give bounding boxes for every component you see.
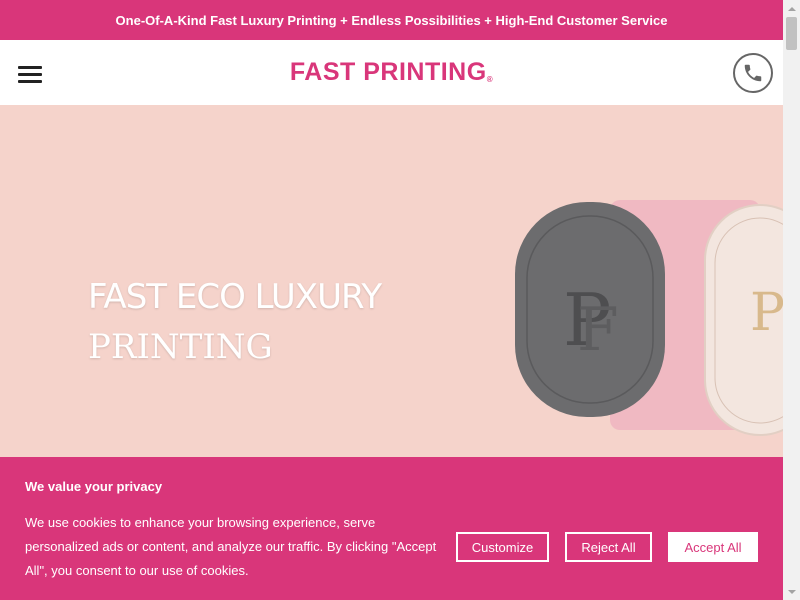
cookie-title: We value your privacy (25, 479, 163, 494)
hero-title-line2: PRINTING (88, 327, 273, 367)
cookie-description: We use cookies to enhance your browsing … (25, 515, 437, 578)
scroll-up-arrow-icon[interactable] (783, 0, 800, 17)
reject-all-button[interactable]: Reject All (565, 532, 652, 562)
announcement-text: One-Of-A-Kind Fast Luxury Printing + End… (115, 12, 668, 28)
logo-registered-mark: ® (486, 75, 494, 84)
cookie-consent-banner: We value your privacy We use cookies to … (0, 457, 783, 600)
site-logo[interactable]: FAST PRINTING® (290, 58, 493, 87)
grey-label-glyph-overlay: F (577, 295, 619, 365)
page-viewport: One-Of-A-Kind Fast Luxury Printing + End… (0, 0, 783, 600)
phone-button[interactable] (733, 53, 773, 93)
site-header: FAST PRINTING® (0, 40, 783, 105)
customize-button[interactable]: Customize (456, 532, 549, 562)
hero-title-line1: FAST ECO LUXURY (88, 277, 382, 317)
announcement-bar: One-Of-A-Kind Fast Luxury Printing + End… (0, 0, 783, 40)
hamburger-menu-icon[interactable] (18, 66, 42, 84)
accept-all-button[interactable]: Accept All (668, 532, 758, 562)
hero-banner: FAST ECO LUXURY PRINTING P P F (0, 105, 783, 465)
phone-icon (744, 64, 762, 82)
logo-text: FAST PRINTING (289, 58, 487, 86)
scroll-down-arrow-icon[interactable] (783, 583, 800, 600)
cream-label-glyph: P (750, 283, 783, 343)
hero-product-image: P P F (515, 200, 783, 436)
hero-title: FAST ECO LUXURY PRINTING (88, 272, 382, 372)
vertical-scrollbar[interactable] (783, 0, 800, 600)
scrollbar-thumb[interactable] (786, 17, 797, 50)
